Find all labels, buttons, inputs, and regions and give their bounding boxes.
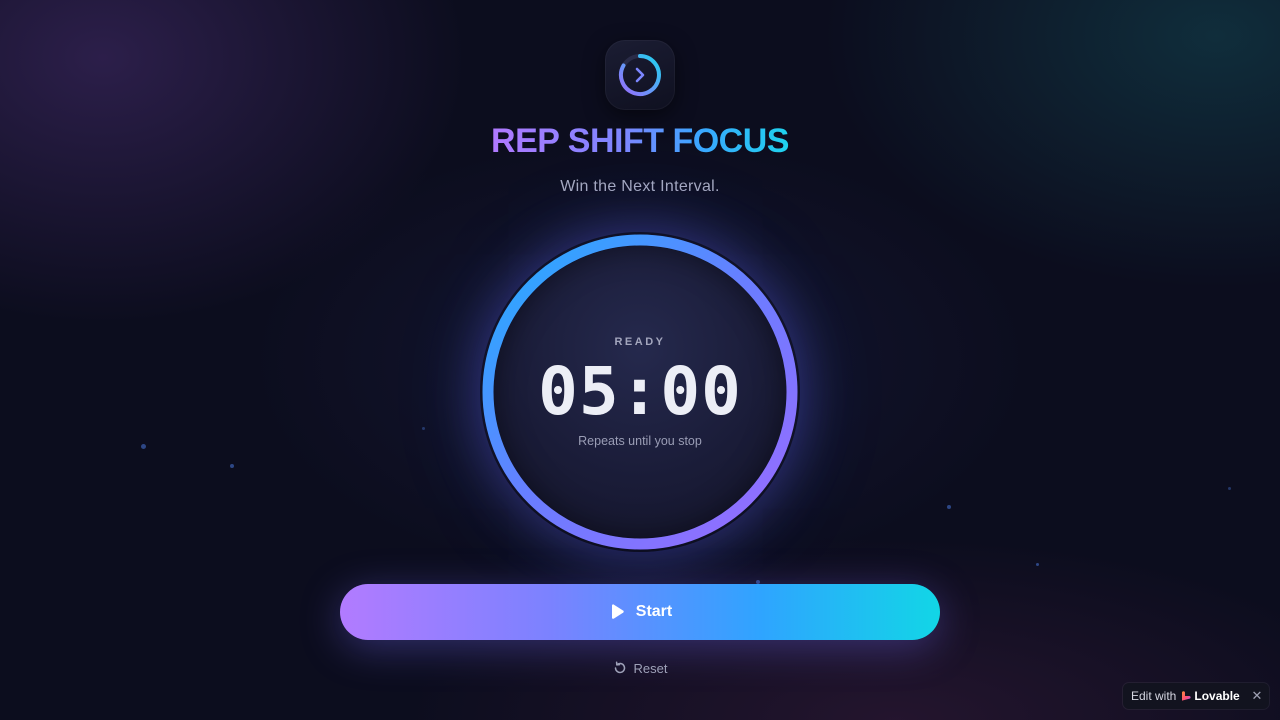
- start-button-label: Start: [635, 603, 673, 620]
- rotate-ccw-icon: [614, 661, 625, 674]
- background-particle: [1228, 487, 1231, 490]
- badge-prefix: Edit with: [1131, 689, 1177, 703]
- background-particle: [230, 464, 234, 468]
- timer-repeat-note: Repeats until you stop: [578, 434, 702, 448]
- timer-status: READY: [614, 336, 666, 348]
- badge-brand-label: Lovable: [1194, 689, 1240, 703]
- badge-brand: Lovable: [1181, 689, 1240, 703]
- background-particle: [1036, 563, 1039, 566]
- reset-label: Reset: [633, 660, 668, 676]
- background-particle: [947, 505, 951, 509]
- edit-with-lovable-badge[interactable]: Edit with Lovable ✕: [1123, 683, 1269, 709]
- app-tagline: Win the Next Interval.: [560, 178, 720, 195]
- reset-button[interactable]: Reset: [600, 658, 680, 678]
- app-title: REP SHIFT FOCUS: [491, 122, 789, 160]
- background-particle: [141, 444, 146, 449]
- heart-logo-icon: [1182, 691, 1191, 701]
- app-logo: [605, 40, 675, 110]
- play-icon: [611, 604, 624, 619]
- circular-arrow-logo-icon: [618, 54, 661, 96]
- close-icon[interactable]: ✕: [1245, 684, 1269, 708]
- timer-time: 05:00: [538, 353, 742, 430]
- start-button[interactable]: Start: [340, 584, 940, 640]
- background-particle: [422, 427, 425, 430]
